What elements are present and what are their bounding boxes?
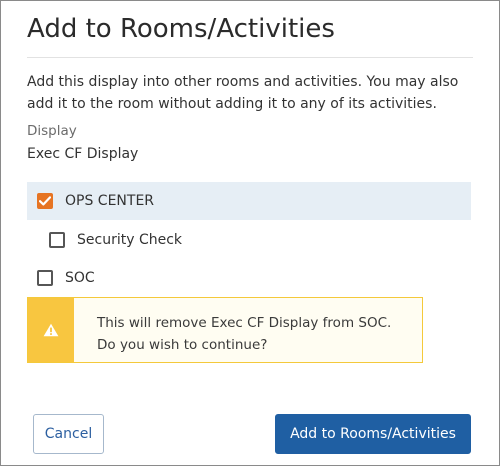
description-line-1: Add this display into other rooms and ac… xyxy=(27,74,459,90)
room-item-ops-center[interactable]: OPS CENTER xyxy=(27,182,471,220)
warning-line-2: Do you wish to continue? xyxy=(97,337,268,353)
activity-item-label: Security Check xyxy=(77,232,183,248)
warning-icon-panel xyxy=(28,298,74,362)
add-to-rooms-dialog: Add to Rooms/Activities Add this display… xyxy=(0,0,500,466)
room-item-label: OPS CENTER xyxy=(65,193,155,209)
cancel-button[interactable]: Cancel xyxy=(33,414,104,454)
title-divider xyxy=(27,57,473,58)
dialog-description: Add this display into other rooms and ac… xyxy=(27,71,477,115)
warning-triangle-icon xyxy=(43,323,59,337)
display-value: Exec CF Display xyxy=(27,146,139,162)
add-to-rooms-button[interactable]: Add to Rooms/Activities xyxy=(275,414,471,454)
warning-line-1: This will remove Exec CF Display from SO… xyxy=(97,315,392,331)
checkmark-icon xyxy=(39,196,51,206)
checkbox-icon[interactable] xyxy=(49,232,65,248)
description-line-2: add it to the room without adding it to … xyxy=(27,96,437,112)
room-item-soc[interactable]: SOC xyxy=(37,265,95,291)
warning-alert: This will remove Exec CF Display from SO… xyxy=(27,297,423,363)
checkbox-icon[interactable] xyxy=(37,270,53,286)
checkbox-checked-icon[interactable] xyxy=(37,193,53,209)
activity-item-security-check[interactable]: Security Check xyxy=(49,227,182,253)
warning-message: This will remove Exec CF Display from SO… xyxy=(74,298,391,362)
display-label: Display xyxy=(27,123,77,139)
room-item-label: SOC xyxy=(65,270,95,286)
dialog-title: Add to Rooms/Activities xyxy=(27,14,335,44)
